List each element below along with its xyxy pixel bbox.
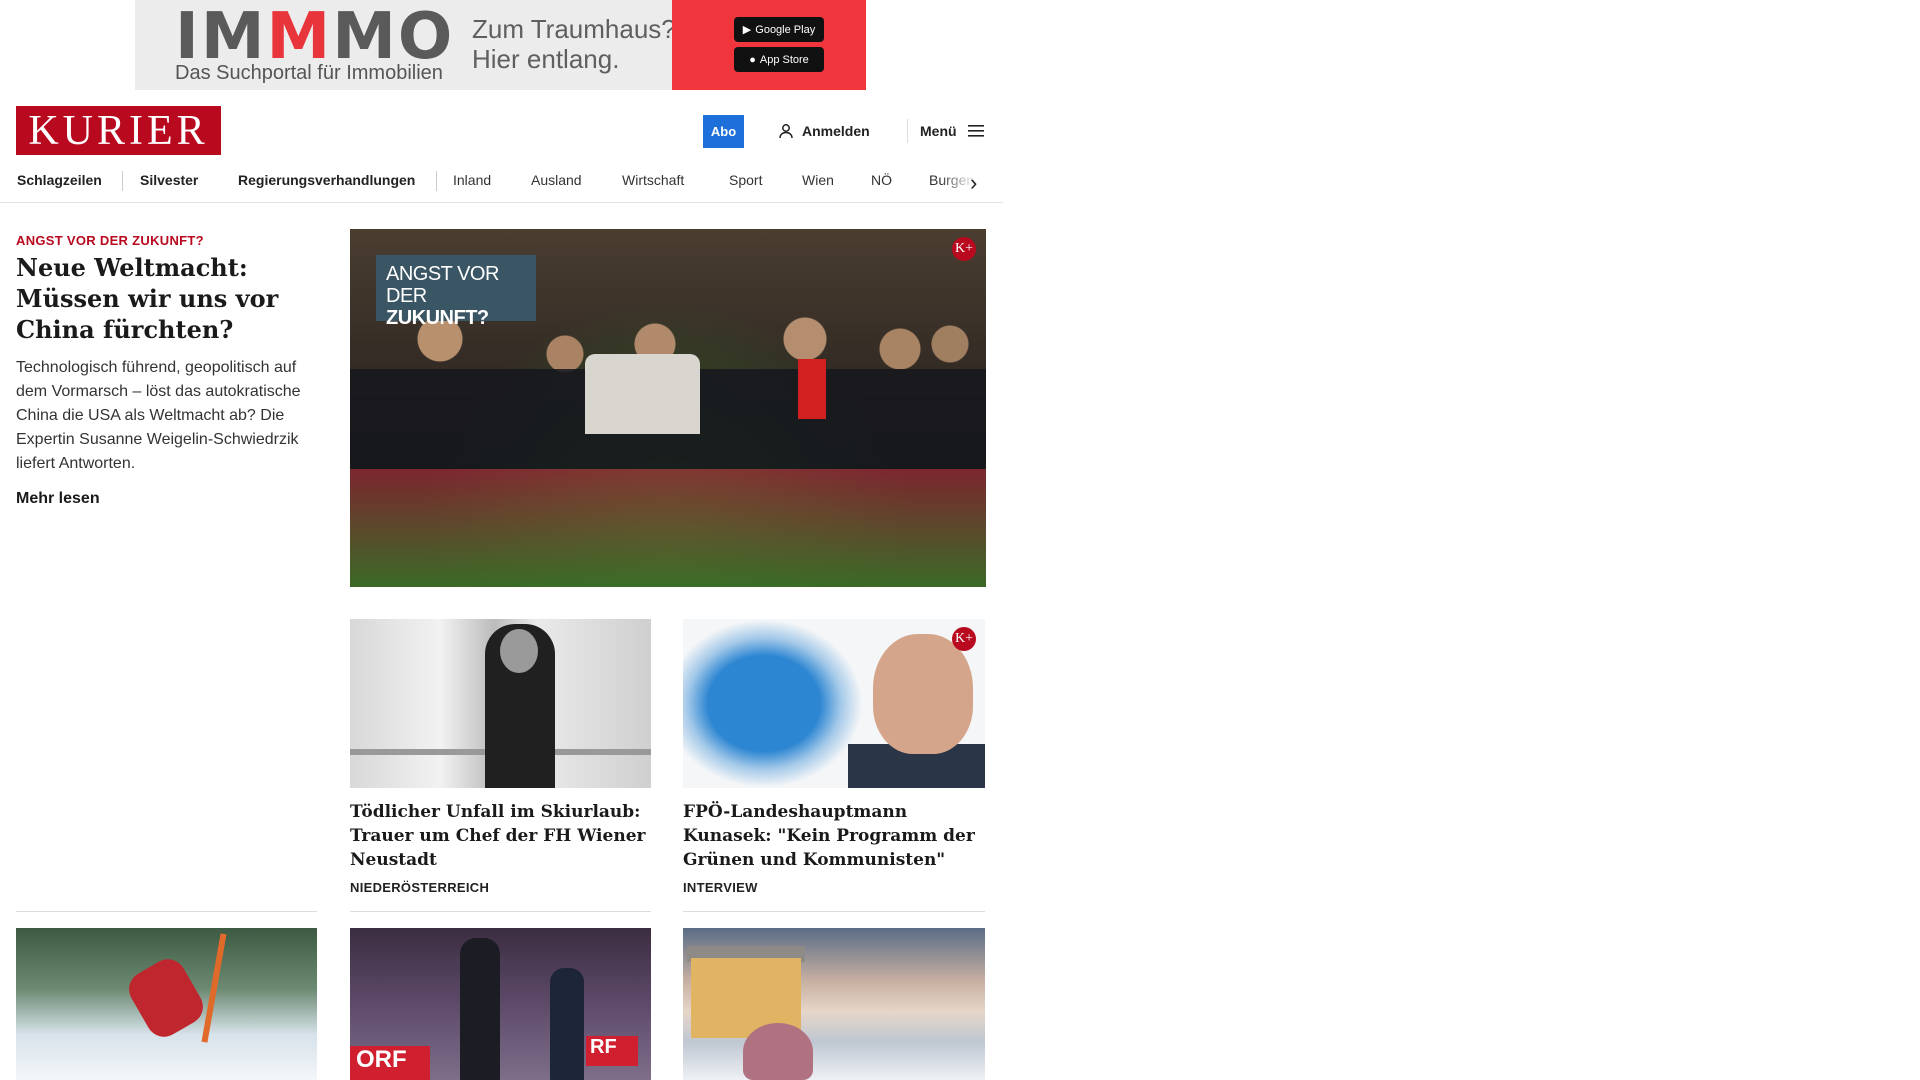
badge-line2: ZUKUNFT? bbox=[386, 307, 489, 329]
image-tree bbox=[743, 1023, 813, 1080]
divider bbox=[683, 911, 985, 912]
image-lion-emblem bbox=[683, 619, 863, 788]
ad-claim-line2: Hier entlang. bbox=[472, 44, 620, 74]
apple-icon: ● bbox=[749, 53, 756, 66]
login-label: Anmelden bbox=[802, 123, 870, 139]
orf-logo: ORF bbox=[350, 1046, 430, 1080]
ad-claim-line1: Zum Traumhaus? bbox=[472, 14, 676, 44]
card-image[interactable] bbox=[16, 928, 317, 1080]
image-gate bbox=[201, 933, 227, 1043]
google-play-label: Google Play bbox=[755, 23, 816, 36]
nav-item-schlagzeilen[interactable]: Schlagzeilen bbox=[17, 172, 102, 188]
image-face bbox=[873, 634, 973, 754]
nav-item-wien[interactable]: Wien bbox=[802, 172, 834, 188]
card-title[interactable]: FPÖ-Landeshauptmann Kunasek: "Kein Progr… bbox=[683, 800, 983, 872]
card-label[interactable]: INTERVIEW bbox=[683, 880, 758, 895]
app-store-badge[interactable]: ● App Store bbox=[734, 47, 824, 72]
card-image[interactable]: ORF RF bbox=[350, 928, 651, 1080]
card-image[interactable]: K+ bbox=[683, 619, 985, 788]
lead-title[interactable]: Neue Weltmacht: Müssen wir uns vor China… bbox=[16, 252, 326, 345]
orf-logo: RF bbox=[586, 1036, 638, 1066]
nav-fade bbox=[940, 166, 990, 202]
image-person bbox=[550, 968, 584, 1080]
nav-item-regierungsverhandlungen[interactable]: Regierungsverhandlungen bbox=[238, 172, 415, 188]
nav-item-inland[interactable]: Inland bbox=[453, 172, 491, 188]
divider bbox=[16, 911, 317, 912]
ad-banner[interactable]: IMMMO Das Suchportal für Immobilien Zum … bbox=[135, 0, 866, 90]
header-divider bbox=[907, 119, 908, 143]
divider bbox=[350, 911, 651, 912]
ad-claim: Zum Traumhaus? Hier entlang. bbox=[472, 14, 676, 74]
nav-item-ausland[interactable]: Ausland bbox=[531, 172, 582, 188]
image-flag bbox=[798, 359, 826, 419]
app-store-label: App Store bbox=[759, 53, 809, 66]
ad-store-panel: ▶ Google Play ● App Store bbox=[672, 0, 866, 90]
kplus-icon: K+ bbox=[952, 237, 976, 261]
google-play-badge[interactable]: ▶ Google Play bbox=[734, 17, 824, 42]
menu-button[interactable]: Menü bbox=[920, 120, 985, 142]
card-image[interactable] bbox=[350, 619, 651, 788]
hamburger-icon bbox=[967, 125, 984, 137]
image-flowers bbox=[350, 469, 986, 587]
user-icon bbox=[779, 124, 793, 139]
nav-separator bbox=[436, 171, 437, 191]
lead-teaser: Technologisch führend, geopolitisch auf … bbox=[16, 359, 301, 472]
chevron-right-icon[interactable]: › bbox=[970, 170, 977, 196]
login-button[interactable]: Anmelden bbox=[778, 120, 870, 142]
badge-line1: ANGST VOR DER bbox=[386, 263, 499, 307]
abo-button[interactable]: Abo bbox=[703, 115, 744, 148]
nav-item-noe[interactable]: NÖ bbox=[871, 172, 892, 188]
image-kicker-badge: ANGST VOR DER ZUKUNFT? bbox=[376, 255, 536, 329]
image-head bbox=[500, 629, 538, 673]
image-chair bbox=[585, 354, 700, 434]
kurier-logo[interactable]: KURIER bbox=[16, 106, 221, 155]
ad-subline: Das Suchportal für Immobilien bbox=[175, 62, 443, 84]
card-title[interactable]: Tödlicher Unfall im Skiurlaub: Trauer um… bbox=[350, 800, 650, 872]
image-person bbox=[460, 938, 500, 1080]
nav-separator bbox=[122, 171, 123, 191]
nav-item-silvester[interactable]: Silvester bbox=[140, 172, 198, 188]
image-skier bbox=[122, 952, 210, 1044]
card-image[interactable] bbox=[683, 928, 985, 1080]
read-more-link[interactable]: Mehr lesen bbox=[16, 490, 100, 508]
card-label[interactable]: NIEDERÖSTERREICH bbox=[350, 880, 489, 895]
play-icon: ▶ bbox=[742, 24, 752, 36]
nav-item-wirtschaft[interactable]: Wirtschaft bbox=[622, 172, 684, 188]
nav-item-sport[interactable]: Sport bbox=[729, 172, 762, 188]
kplus-icon: K+ bbox=[952, 627, 976, 651]
lead-image[interactable]: ANGST VOR DER ZUKUNFT? K+ bbox=[350, 229, 986, 587]
lead-kicker: ANGST VOR DER ZUKUNFT? bbox=[16, 233, 204, 248]
section-nav: Schlagzeilen Silvester Regierungsverhand… bbox=[0, 166, 1003, 203]
menu-label: Menü bbox=[920, 123, 957, 139]
